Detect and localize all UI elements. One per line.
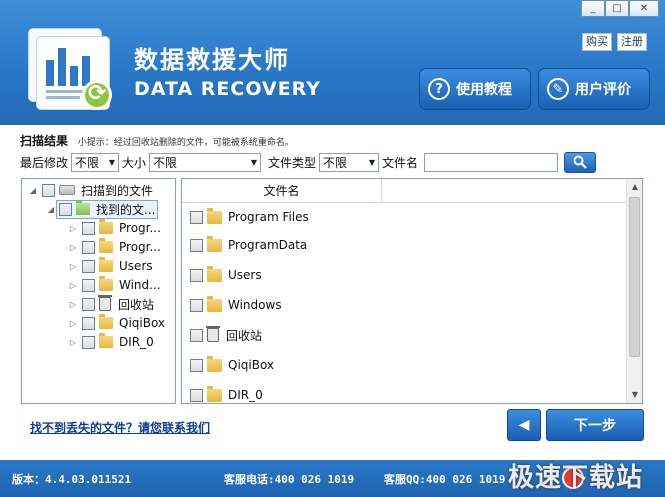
column-filename[interactable]: 文件名 xyxy=(182,179,382,203)
folder-icon xyxy=(99,276,113,291)
tutorial-button[interactable]: ? 使用教程 xyxy=(419,68,531,110)
list-item[interactable]: DIR_0 xyxy=(186,385,263,403)
close-button[interactable]: ✕ xyxy=(629,0,659,17)
filename-input[interactable] xyxy=(424,152,559,172)
tree-item[interactable]: ▷ Wind... xyxy=(68,276,161,294)
folder-icon xyxy=(207,355,222,372)
list-item[interactable]: Program Files xyxy=(186,207,309,227)
modified-label: 最后修改 xyxy=(20,155,69,170)
list-item[interactable]: Users xyxy=(186,265,262,285)
list-item[interactable]: QiqiBox xyxy=(186,355,274,375)
folder-icon xyxy=(207,385,222,402)
folder-tree[interactable]: ◢ 扫描到的文件 ◢ 找到的文... ▷ Progr... ▷ Progr...… xyxy=(21,178,176,404)
contact-link[interactable]: 找不到丢失的文件？请您联系我们 xyxy=(30,419,210,436)
back-button[interactable]: ◀ xyxy=(507,409,541,441)
minimize-button[interactable]: _ xyxy=(581,0,605,17)
type-select[interactable]: 不限 ▼ xyxy=(319,152,380,172)
scroll-thumb[interactable] xyxy=(629,197,640,357)
chevron-down-icon: ▼ xyxy=(368,157,376,167)
tree-item[interactable]: ▷ 回收站 xyxy=(68,295,154,313)
vertical-scrollbar[interactable]: ▲ ▼ xyxy=(626,179,642,403)
folder-icon xyxy=(99,333,113,348)
refresh-icon xyxy=(82,80,112,110)
app-logo xyxy=(28,28,120,114)
search-icon xyxy=(573,155,587,169)
file-list[interactable]: 文件名 Program Files ProgramData Users Wind… xyxy=(181,178,643,404)
tree-checkbox[interactable] xyxy=(59,202,72,216)
buy-button[interactable]: 购买 xyxy=(582,33,612,51)
search-button[interactable] xyxy=(564,151,597,173)
maximize-button[interactable]: □ xyxy=(605,0,629,17)
name-label: 文件名 xyxy=(382,155,419,170)
chat-icon: ✎ xyxy=(547,78,569,100)
question-icon: ? xyxy=(428,78,450,100)
version-text: 版本：4.4.03.011521 xyxy=(12,473,132,486)
expand-icon[interactable]: ◢ xyxy=(46,205,56,214)
folder-icon xyxy=(99,238,113,253)
app-title-cn: 数据救援大师 xyxy=(134,46,290,74)
folder-icon xyxy=(207,207,222,224)
recycle-bin-icon xyxy=(98,295,112,311)
scan-result-row: 扫描结果 小提示：经过回收站删除的文件，可能被系统重命名。 xyxy=(20,132,294,149)
recycle-bin-icon xyxy=(206,326,220,342)
chevron-down-icon: ▼ xyxy=(108,157,116,167)
list-header: 文件名 xyxy=(182,179,626,203)
tree-checkbox[interactable] xyxy=(42,183,55,197)
window-controls: _ □ ✕ xyxy=(581,0,659,17)
folder-icon xyxy=(207,295,222,312)
tree-item[interactable]: ▷ Progr... xyxy=(68,219,161,237)
chevron-down-icon: ▼ xyxy=(250,157,258,167)
watermark: 极速下载站 xyxy=(507,463,643,493)
tree-item[interactable]: ▷ DIR_0 xyxy=(68,333,154,351)
folder-icon xyxy=(99,257,113,272)
folder-icon xyxy=(207,265,222,282)
tree-found[interactable]: ◢ 找到的文... xyxy=(46,199,159,219)
type-label: 文件类型 xyxy=(268,155,317,170)
expand-icon[interactable]: ◢ xyxy=(28,186,38,195)
folder-icon xyxy=(99,219,113,234)
size-select[interactable]: 不限 ▼ xyxy=(149,152,262,172)
drive-icon xyxy=(59,185,75,195)
filter-row: 最后修改 不限 ▼ 大小 不限 ▼ 文件类型 不限 ▼ 文件名 xyxy=(20,151,597,173)
modified-select[interactable]: 不限 ▼ xyxy=(71,152,120,172)
app-title-en: DATA RECOVERY xyxy=(134,78,322,100)
tutorial-label: 使用教程 xyxy=(456,82,512,98)
list-item[interactable]: 回收站 xyxy=(186,325,262,345)
review-label: 用户评价 xyxy=(575,82,631,98)
scroll-down-icon[interactable]: ▼ xyxy=(627,387,642,403)
scan-tip: 小提示：经过回收站删除的文件，可能被系统重命名。 xyxy=(77,138,294,148)
scroll-up-icon[interactable]: ▲ xyxy=(627,179,642,195)
scan-result-label: 扫描结果 xyxy=(20,134,69,148)
app-header: 数据救援大师 DATA RECOVERY _ □ ✕ 购买 注册 ? 使用教程 … xyxy=(0,0,665,125)
list-item[interactable]: Windows xyxy=(186,295,282,315)
review-button[interactable]: ✎ 用户评价 xyxy=(538,68,650,110)
phone-text: 客服电话:400 026 1019 xyxy=(224,473,355,486)
next-button[interactable]: 下一步 xyxy=(546,409,644,441)
folder-icon xyxy=(99,314,113,329)
size-label: 大小 xyxy=(122,155,147,170)
tree-root[interactable]: ◢ 扫描到的文件 xyxy=(28,181,153,199)
register-button[interactable]: 注册 xyxy=(617,33,647,51)
tree-item[interactable]: ▷ Progr... xyxy=(68,238,161,256)
tree-item[interactable]: ▷ QiqiBox xyxy=(68,314,165,332)
folder-icon xyxy=(76,200,90,215)
main-content: 扫描结果 小提示：经过回收站删除的文件，可能被系统重命名。 最后修改 不限 ▼ 大… xyxy=(0,125,665,460)
folder-icon xyxy=(207,235,222,252)
qq-text: 客服QQ:400 026 1019 xyxy=(384,473,506,486)
list-item[interactable]: ProgramData xyxy=(186,235,307,255)
tree-item[interactable]: ▷ Users xyxy=(68,257,153,275)
